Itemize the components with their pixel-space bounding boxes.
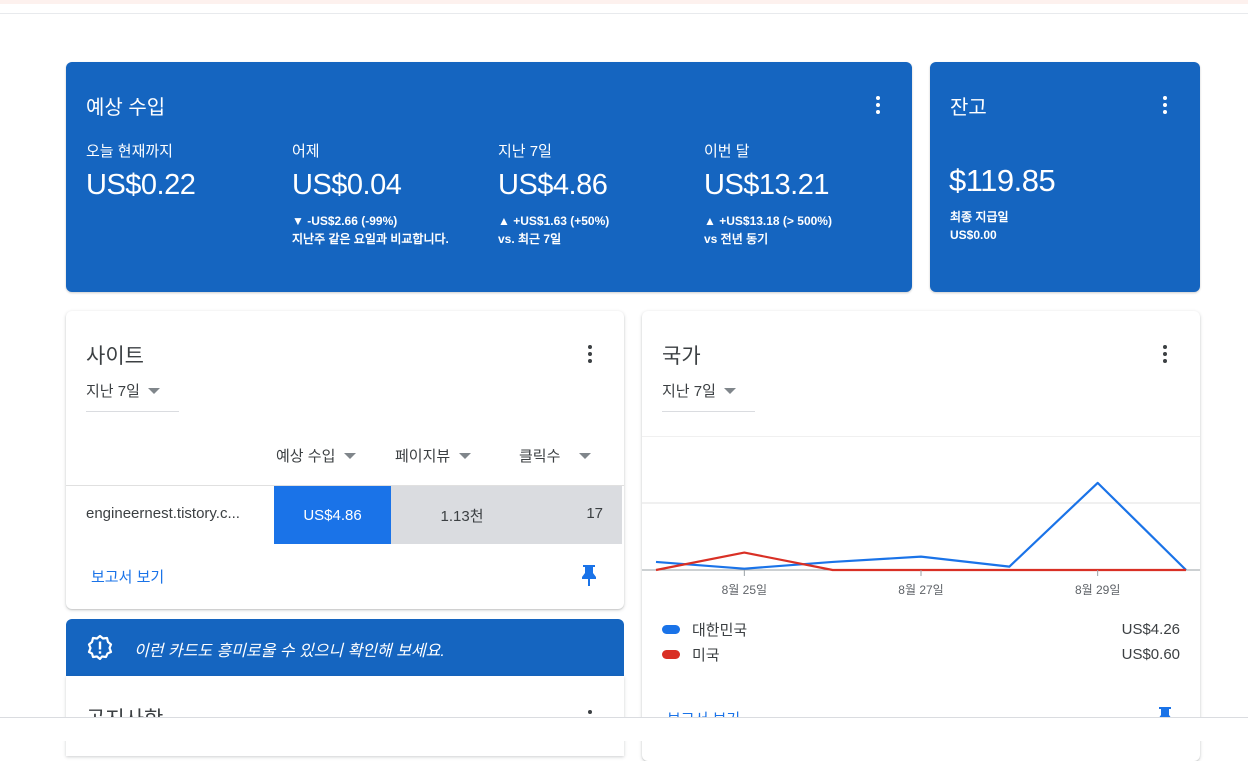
series-line xyxy=(655,481,1187,571)
col-header-label: 클릭수 xyxy=(519,448,561,465)
country-line-chart: 8월 25일 8월 27일 8월 29일 xyxy=(642,436,1200,597)
sites-card: 사이트 지난 7일 예상 수입 페이지뷰 클릭수 engineernest.ti… xyxy=(66,311,624,609)
metric-change-value: ▲ +US$13.18 (> 500%) xyxy=(704,214,832,228)
balance-title: 잔고 xyxy=(950,97,987,119)
metric-today: 오늘 현재까지 US$0.22 xyxy=(86,140,286,202)
metric-change-note: 지난주 같은 요일과 비교합니다. xyxy=(292,232,449,246)
legend-value: US$0.60 xyxy=(1121,645,1180,663)
bottom-bar xyxy=(0,717,1248,741)
metric-change-note: vs. 최근 7일 xyxy=(498,232,562,246)
legend-swatch xyxy=(662,649,680,659)
metric-label: 오늘 현재까지 xyxy=(86,143,173,160)
site-earnings-cell: US$4.86 xyxy=(274,486,391,544)
legend-item-usa[interactable]: 미국 US$0.60 xyxy=(662,643,1180,665)
col-header-label: 예상 수입 xyxy=(276,448,336,465)
metric-yesterday: 어제 US$0.04 ▼ -US$2.66 (-99%) 지난주 같은 요일과 … xyxy=(292,140,492,248)
metric-change-value: ▲ +US$1.63 (+50%) xyxy=(498,214,610,228)
suggested-cards-banner: 이런 카드도 흥미로울 수 있으니 확인해 보세요. xyxy=(66,619,624,676)
metric-label: 지난 7일 xyxy=(498,143,552,160)
range-value: 지난 7일 xyxy=(86,383,140,400)
metric-change: ▲ +US$1.63 (+50%) vs. 최근 7일 xyxy=(498,212,678,248)
metric-label: 어제 xyxy=(292,143,320,160)
range-value: 지난 7일 xyxy=(662,383,716,400)
balance-more-icon[interactable] xyxy=(1155,94,1175,116)
top-divider xyxy=(0,13,1248,14)
last-payment-label: 최종 지급일 xyxy=(950,210,1009,224)
x-tick-label: 8월 27일 xyxy=(898,583,943,597)
x-tick-label: 8월 29일 xyxy=(1075,583,1120,597)
metric-value: US$0.22 xyxy=(86,169,196,201)
metric-change-note: vs 전년 동기 xyxy=(704,232,769,246)
metric-this-month: 이번 달 US$13.21 ▲ +US$13.18 (> 500%) vs 전년… xyxy=(704,140,904,248)
col-header-pageviews[interactable]: 페이지뷰 xyxy=(395,445,472,466)
balance-card: 잔고 $119.85 최종 지급일 US$0.00 xyxy=(930,62,1200,292)
country-range-select[interactable]: 지난 7일 xyxy=(662,380,755,412)
last-payment-value: US$0.00 xyxy=(950,228,997,242)
sites-more-icon[interactable] xyxy=(580,343,600,365)
site-pageviews-cell: 1.13천 xyxy=(440,508,484,525)
info-badge-icon xyxy=(87,634,113,660)
metric-last-7-days: 지난 7일 US$4.86 ▲ +US$1.63 (+50%) vs. 최근 7… xyxy=(498,140,698,248)
sites-range-select[interactable]: 지난 7일 xyxy=(86,380,179,412)
site-name[interactable]: engineernest.tistory.c... xyxy=(86,505,240,522)
chevron-down-icon xyxy=(459,452,472,459)
col-header-earnings[interactable]: 예상 수입 xyxy=(276,445,357,466)
country-card: 국가 지난 7일 8월 25일 8월 27일 8월 29일 대한민국 US$4.26… xyxy=(642,311,1200,761)
legend-label: 대한민국 xyxy=(692,621,748,639)
top-strip xyxy=(0,0,1248,4)
legend-swatch xyxy=(662,624,680,634)
pin-icon[interactable] xyxy=(579,563,599,587)
col-header-clicks[interactable]: 클릭수 xyxy=(519,445,592,466)
metric-change: ▲ +US$13.18 (> 500%) vs 전년 동기 xyxy=(704,212,884,248)
balance-value: $119.85 xyxy=(949,163,1056,198)
metric-value: US$0.04 xyxy=(292,169,402,201)
legend-item-korea[interactable]: 대한민국 US$4.26 xyxy=(662,618,1180,640)
x-tick-label: 8월 25일 xyxy=(722,583,767,597)
metric-change: ▼ -US$2.66 (-99%) 지난주 같은 요일과 비교합니다. xyxy=(292,212,472,248)
metric-change-value: ▼ -US$2.66 (-99%) xyxy=(292,214,398,228)
sites-report-link[interactable]: 보고서 보기 xyxy=(91,566,164,587)
last-payment: 최종 지급일 US$0.00 xyxy=(950,208,1009,244)
earnings-more-icon[interactable] xyxy=(868,94,888,116)
chevron-down-icon xyxy=(723,387,736,394)
earnings-title: 예상 수입 xyxy=(86,97,166,119)
metric-value: US$4.86 xyxy=(498,169,608,201)
metric-label: 이번 달 xyxy=(704,143,750,160)
country-title: 국가 xyxy=(662,345,701,368)
banner-text: 이런 카드도 흥미로울 수 있으니 확인해 보세요. xyxy=(134,643,445,660)
sites-title: 사이트 xyxy=(86,345,144,368)
site-clicks-cell: 17 xyxy=(586,505,603,522)
announcements-card: 공지사항 xyxy=(66,676,624,756)
estimated-earnings-card: 예상 수입 오늘 현재까지 US$0.22 어제 US$0.04 ▼ -US$2… xyxy=(66,62,912,292)
legend-value: US$4.26 xyxy=(1121,620,1180,638)
col-header-label: 페이지뷰 xyxy=(395,448,451,465)
chevron-down-icon xyxy=(147,387,160,394)
country-more-icon[interactable] xyxy=(1155,343,1175,365)
metric-value: US$13.21 xyxy=(704,169,830,201)
legend-label: 미국 xyxy=(692,646,720,664)
chevron-down-icon xyxy=(579,452,592,459)
chevron-down-icon xyxy=(344,452,357,459)
table-row[interactable]: engineernest.tistory.c... US$4.86 1.13천 … xyxy=(66,485,624,544)
